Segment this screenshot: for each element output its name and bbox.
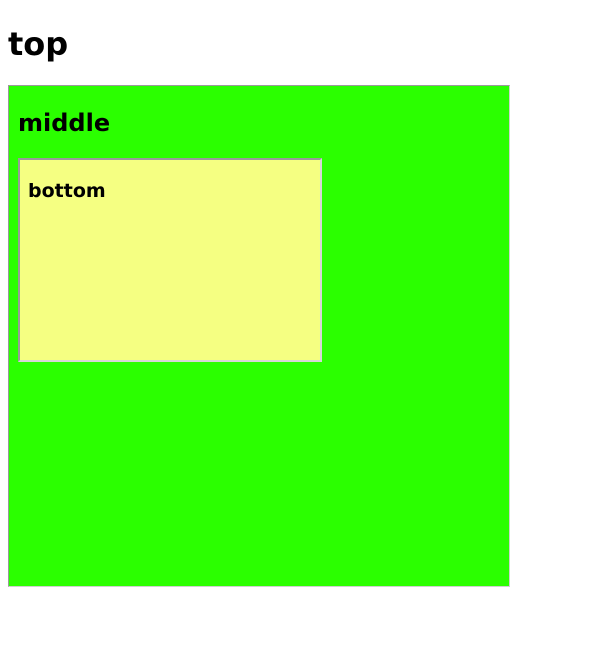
bottom-heading: bottom xyxy=(28,180,106,202)
bottom-panel: bottom xyxy=(18,158,322,362)
middle-heading: middle xyxy=(18,109,111,137)
page: top middle bottom xyxy=(0,0,607,665)
middle-panel: middle bottom xyxy=(8,85,510,587)
top-heading: top xyxy=(8,25,69,63)
